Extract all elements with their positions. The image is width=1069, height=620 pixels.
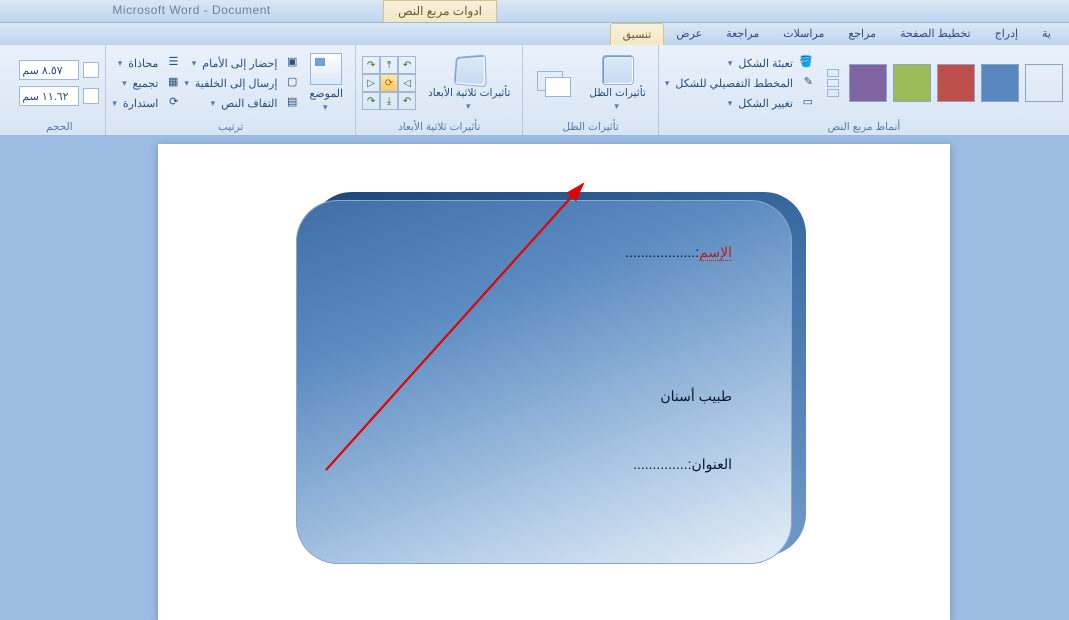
ribbon-tabs: ية إدراج تخطيط الصفحة مراجع مراسلات مراج… xyxy=(0,23,1069,45)
group-textbox-styles: 🪣تعبئة الشكل▾ ✎المخطط التفصيلي للشكل▾ ▭ت… xyxy=(658,45,1069,135)
field-name[interactable]: الإسم:.................. xyxy=(625,244,732,261)
tab-home-frag[interactable]: ية xyxy=(1030,23,1063,45)
tilt-right-icon[interactable]: ▷ xyxy=(362,74,380,92)
contextual-tab-label: ادوات مربع النص xyxy=(383,0,497,22)
pencil-icon: ✎ xyxy=(797,75,813,91)
tab-review[interactable]: مراجعة xyxy=(714,23,771,45)
tab-layout[interactable]: تخطيط الصفحة xyxy=(888,23,983,45)
tab-view[interactable]: عرض xyxy=(664,23,714,45)
style-swatch-green[interactable] xyxy=(893,64,931,102)
position-icon xyxy=(310,53,342,85)
align-icon: ☰ xyxy=(162,55,178,71)
style-swatch-red[interactable] xyxy=(937,64,975,102)
ribbon: 🪣تعبئة الشكل▾ ✎المخطط التفصيلي للشكل▾ ▭ت… xyxy=(0,45,1069,136)
group-3d: تأثيرات ثلاثية الأبعاد▾ ↶⤒↷ ◁⟳▷ ↶⤓↷ تأثي… xyxy=(355,45,522,135)
change-shape-icon: ▭ xyxy=(797,95,813,111)
group-label-arrange: ترتيب xyxy=(112,119,349,135)
group-label-3d: تأثيرات ثلاثية الأبعاد xyxy=(362,119,516,135)
shape-fill-button[interactable]: 🪣تعبئة الشكل▾ xyxy=(665,54,813,72)
group-arrange: الموضع▾ ▣إحضار إلى الأمام▾ ▢إرسال إلى ال… xyxy=(105,45,355,135)
shadow-nudge[interactable] xyxy=(529,67,577,99)
cube-icon xyxy=(454,54,487,87)
send-back-button[interactable]: ▢إرسال إلى الخلفية▾ xyxy=(184,74,297,92)
style-swatch-purple[interactable] xyxy=(849,64,887,102)
align-button[interactable]: ☰محاذاة▾ xyxy=(112,54,178,72)
style-swatch-black[interactable] xyxy=(1025,64,1063,102)
tilt-dr-icon[interactable]: ↷ xyxy=(362,92,380,110)
field-address[interactable]: العنوان:.............. xyxy=(633,456,732,473)
change-shape-button[interactable]: ▭تغيير الشكل▾ xyxy=(665,94,813,112)
group-shadow: تأثيرات الظل▾ تأثيرات الظل xyxy=(522,45,657,135)
bring-front-button[interactable]: ▣إحضار إلى الأمام▾ xyxy=(184,54,297,72)
3d-tilt-grid[interactable]: ↶⤒↷ ◁⟳▷ ↶⤓↷ xyxy=(362,56,416,110)
position-button[interactable]: الموضع▾ xyxy=(303,51,349,115)
width-input[interactable]: ١١.٦٢ سم xyxy=(19,86,79,106)
paint-bucket-icon: 🪣 xyxy=(797,55,813,71)
title-bar: ادوات مربع النص Microsoft Word - Documen… xyxy=(0,0,1069,23)
gallery-down-icon[interactable] xyxy=(827,79,839,87)
3d-effects-button[interactable]: تأثيرات ثلاثية الأبعاد▾ xyxy=(422,52,516,115)
group-label-styles: أنماط مربع النص xyxy=(665,119,1063,135)
rotate-icon: ⟳ xyxy=(162,95,178,111)
tilt-up-right-icon[interactable]: ↷ xyxy=(362,56,380,74)
text-wrap-button[interactable]: ▤التفاف النص▾ xyxy=(184,94,297,112)
group-label-shadow: تأثيرات الظل xyxy=(529,119,651,135)
width-icon xyxy=(83,88,99,104)
rotate-button[interactable]: ⟳استدارة▾ xyxy=(112,94,178,112)
group-size: ٨.٥٧ سم ١١.٦٢ سم الحجم xyxy=(13,45,105,135)
group-button[interactable]: ▦تجميع▾ xyxy=(112,74,178,92)
bring-front-icon: ▣ xyxy=(281,55,297,71)
tilt-left-icon[interactable]: ◁ xyxy=(398,74,416,92)
wrap-icon: ▤ xyxy=(281,95,297,111)
shadow-effects-button[interactable]: تأثيرات الظل▾ xyxy=(583,52,651,115)
tilt-center-icon[interactable]: ⟳ xyxy=(380,74,398,92)
style-swatch-blue[interactable] xyxy=(981,64,1019,102)
shape-outline-button[interactable]: ✎المخطط التفصيلي للشكل▾ xyxy=(665,74,813,92)
group-label-size: الحجم xyxy=(19,119,99,135)
tab-references[interactable]: مراجع xyxy=(836,23,888,45)
group-icon: ▦ xyxy=(162,75,178,91)
gallery-more-icon[interactable] xyxy=(827,89,839,97)
textbox-shape[interactable]: الإسم:.................. طبيب أسنان العن… xyxy=(296,200,792,564)
tab-format[interactable]: تنسيق xyxy=(610,23,665,45)
height-icon xyxy=(83,62,99,78)
app-title: Microsoft Word - Document xyxy=(0,0,383,22)
tilt-up-icon[interactable]: ⤒ xyxy=(380,56,398,74)
field-job[interactable]: طبيب أسنان xyxy=(660,388,732,405)
tilt-dl-icon[interactable]: ↶ xyxy=(398,92,416,110)
tab-insert[interactable]: إدراج xyxy=(983,23,1030,45)
shadow-preset-icon xyxy=(602,55,634,85)
page[interactable]: الإسم:.................. طبيب أسنان العن… xyxy=(158,144,950,620)
document-area: الإسم:.................. طبيب أسنان العن… xyxy=(0,136,1069,620)
shadow-nudge-icon xyxy=(535,69,571,97)
tilt-down-icon[interactable]: ⤓ xyxy=(380,92,398,110)
send-back-icon: ▢ xyxy=(281,75,297,91)
tilt-up-left-icon[interactable]: ↶ xyxy=(398,56,416,74)
height-input[interactable]: ٨.٥٧ سم xyxy=(19,60,79,80)
gallery-up-icon[interactable] xyxy=(827,69,839,77)
tab-mailings[interactable]: مراسلات xyxy=(771,23,836,45)
